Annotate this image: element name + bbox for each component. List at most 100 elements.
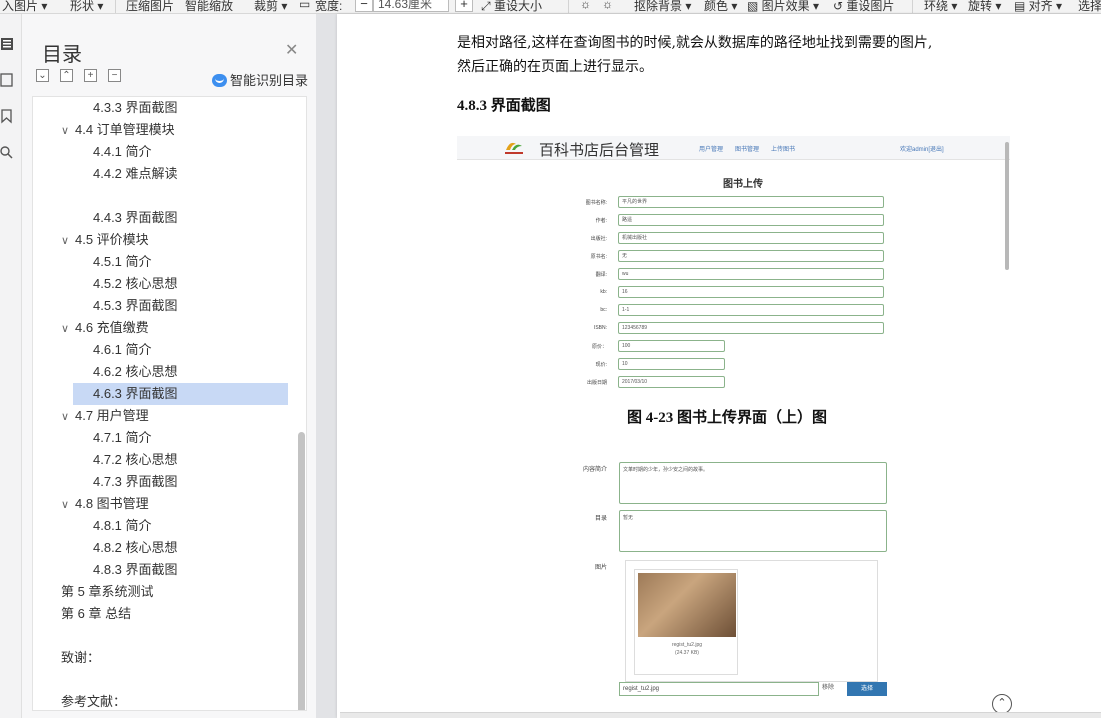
- smart-zoom-button[interactable]: 智能缩放: [185, 0, 233, 13]
- width-decrease-button[interactable]: −: [355, 0, 373, 12]
- toc-item-selected[interactable]: 4.6.3 界面截图: [73, 383, 288, 405]
- shape-button[interactable]: 形状 ▾: [70, 0, 103, 13]
- color-button[interactable]: 颜色 ▾: [704, 0, 737, 13]
- toc-list: 4.3.3 界面截图 ∨ 4.4 订单管理模块 4.4.1 简介 4.4.2 难点…: [32, 96, 307, 711]
- book-upload-screenshot-top[interactable]: 百科书店后台管理 用户管理 图书管理 上传图书 欢迎admin[退出] 图书上传…: [457, 136, 1010, 402]
- toc-item[interactable]: 4.7.1 简介: [93, 427, 152, 449]
- wrap-button[interactable]: 环绕 ▾: [924, 0, 957, 13]
- toc-item[interactable]: 第 5 章系统测试: [61, 581, 153, 603]
- toc-item[interactable]: 4.8.2 核心思想: [93, 537, 178, 559]
- reset-size-button[interactable]: ⤢ 重设大小: [481, 0, 542, 13]
- remove-file-button: 移除: [822, 685, 835, 691]
- compress-image-button[interactable]: 压缩图片: [126, 0, 174, 13]
- ribbon-toolbar: 入图片 ▾ 形状 ▾ 压缩图片 智能缩放 裁剪 ▾ ▭ 宽度: − 14.63厘…: [0, 0, 1101, 14]
- toc-item[interactable]: 4.8.3 界面截图: [93, 559, 178, 581]
- add-icon[interactable]: +: [84, 69, 97, 82]
- section-heading: 4.8.3 界面截图: [457, 98, 551, 114]
- intro-textarea: 文革时期的少年，孙少安之间的故事。: [619, 462, 887, 504]
- toc-scrollbar[interactable]: [298, 432, 305, 710]
- field-label: 出版社:: [590, 236, 607, 242]
- remove-icon[interactable]: −: [108, 69, 121, 82]
- image-effect-button[interactable]: ▧ 图片效果 ▾: [747, 0, 819, 13]
- expand-up-icon[interactable]: ⌃: [60, 69, 73, 82]
- field-input: 平凡的世界: [618, 196, 884, 208]
- uploaded-photo: [638, 573, 736, 637]
- toc-item[interactable]: ∨ 4.5 评价模块: [61, 229, 149, 251]
- remove-background-button[interactable]: 抠除背景 ▾: [634, 0, 691, 13]
- field-input: 无: [618, 250, 884, 262]
- admin-brand: 百科书店后台管理: [539, 142, 660, 159]
- toc-item[interactable]: ∨ 4.7 用户管理: [61, 405, 149, 427]
- toc-item[interactable]: 第 6 章 总结: [61, 603, 131, 625]
- toc-item[interactable]: 致谢：: [61, 647, 100, 669]
- field-label: 作者:: [595, 218, 607, 224]
- book-upload-screenshot-bottom[interactable]: 内容简介 文革时期的少年，孙少安之间的故事。 目录 暂无 图片 regist_t…: [457, 452, 1010, 718]
- field-input: 机械出版社: [618, 232, 884, 244]
- toc-item[interactable]: 4.8.1 简介: [93, 515, 152, 537]
- figure-caption: 图 4-23 图书上传界面（上）图: [627, 410, 827, 426]
- form-title: 图书上传: [723, 179, 763, 190]
- pages-icon[interactable]: [0, 72, 14, 88]
- horizontal-scrollbar[interactable]: [340, 712, 1101, 718]
- search-icon[interactable]: [0, 144, 14, 160]
- width-input[interactable]: 14.63厘米: [373, 0, 449, 12]
- rotate-button[interactable]: 旋转 ▾: [968, 0, 1001, 13]
- collapse-all-icon[interactable]: ⌄: [36, 69, 49, 82]
- toc-item[interactable]: 4.5.2 核心思想: [93, 273, 178, 295]
- field-label: kb:: [600, 289, 607, 295]
- bookmark-icon[interactable]: [0, 108, 14, 124]
- chevron-down-icon[interactable]: ∨: [61, 406, 75, 428]
- intro-label: 内容简介: [582, 467, 607, 473]
- document-page: 是相对路径,这样在查询图书的时候,就会从数据库的路径地址找到需要的图片, 然后正…: [337, 14, 1101, 718]
- toc-item[interactable]: ∨ 4.8 图书管理: [61, 493, 149, 515]
- width-label: 宽度:: [315, 0, 343, 13]
- image-upload-box: regist_tu2.jpg (24.37 KB): [625, 560, 878, 682]
- field-input: 16: [618, 286, 884, 298]
- toc-item[interactable]: 4.5.1 简介: [93, 251, 152, 273]
- reset-image-button[interactable]: ↺ 重设图片: [833, 0, 894, 13]
- nav-users: 用户管理: [699, 147, 724, 153]
- contents-label: 目录: [594, 516, 607, 522]
- width-increase-button[interactable]: +: [455, 0, 473, 12]
- smart-recognize-button[interactable]: 智能识别目录: [212, 70, 308, 89]
- field-input: 123456789: [618, 322, 884, 334]
- toc-item[interactable]: 4.4.3 界面截图: [93, 207, 178, 229]
- toc-item[interactable]: 4.7.3 界面截图: [93, 471, 178, 493]
- brightness-icon[interactable]: ☼: [580, 0, 591, 11]
- field-label: ISBN:: [593, 325, 607, 331]
- field-input: 2017/03/10: [618, 376, 725, 388]
- thumbnail-filesize: (24.37 KB): [675, 650, 699, 656]
- toc-panel: 目录 ✕ ⌄ ⌃ + − 智能识别目录 4.3.3 界面截图 ∨ 4.4 订单管理…: [22, 14, 316, 718]
- welcome-text: 欢迎admin[退出]: [900, 147, 944, 153]
- toc-panel-icon[interactable]: [0, 36, 14, 52]
- nav-upload: 上传图书: [771, 147, 796, 153]
- chevron-down-icon[interactable]: ∨: [61, 494, 75, 516]
- chevron-down-icon[interactable]: ∨: [61, 318, 75, 340]
- admin-navbar: 百科书店后台管理 用户管理 图书管理 上传图书 欢迎admin[退出]: [457, 136, 1010, 160]
- chevron-down-icon[interactable]: ∨: [61, 230, 75, 252]
- toc-item[interactable]: 参考文献：: [61, 691, 126, 710]
- toc-item[interactable]: ∨ 4.6 充值缴费: [61, 317, 149, 339]
- field-input: 10: [618, 358, 725, 370]
- file-path-input: regist_tu2.jpg: [619, 682, 819, 696]
- scroll-up-icon[interactable]: ⌃: [992, 694, 1012, 714]
- toc-item[interactable]: 4.7.2 核心思想: [93, 449, 178, 471]
- align-button[interactable]: ▤ 对齐 ▾: [1014, 0, 1062, 13]
- image-label: 图片: [594, 565, 607, 571]
- field-label: bc:: [600, 307, 607, 313]
- toc-item[interactable]: ∨ 4.4 订单管理模块: [61, 119, 175, 141]
- select-button[interactable]: 选择: [1078, 0, 1101, 13]
- insert-image-button[interactable]: 入图片 ▾: [2, 0, 47, 13]
- toc-item[interactable]: 4.4.2 难点解读: [93, 163, 178, 185]
- contrast-icon[interactable]: ☼: [602, 0, 613, 11]
- toc-item[interactable]: 4.5.3 界面截图: [93, 295, 178, 317]
- toc-item[interactable]: 4.6.2 核心思想: [93, 361, 178, 383]
- body-text-line: 然后正确的在页面上进行显示。: [457, 59, 653, 75]
- chevron-down-icon[interactable]: ∨: [61, 120, 75, 142]
- toc-item[interactable]: 4.3.3 界面截图: [93, 97, 178, 119]
- thumbnail-filename: regist_tu2.jpg: [671, 642, 703, 648]
- crop-button[interactable]: 裁剪 ▾: [254, 0, 287, 13]
- toc-item[interactable]: 4.4.1 简介: [93, 141, 152, 163]
- toc-item[interactable]: 4.6.1 简介: [93, 339, 152, 361]
- close-icon[interactable]: ✕: [285, 40, 298, 60]
